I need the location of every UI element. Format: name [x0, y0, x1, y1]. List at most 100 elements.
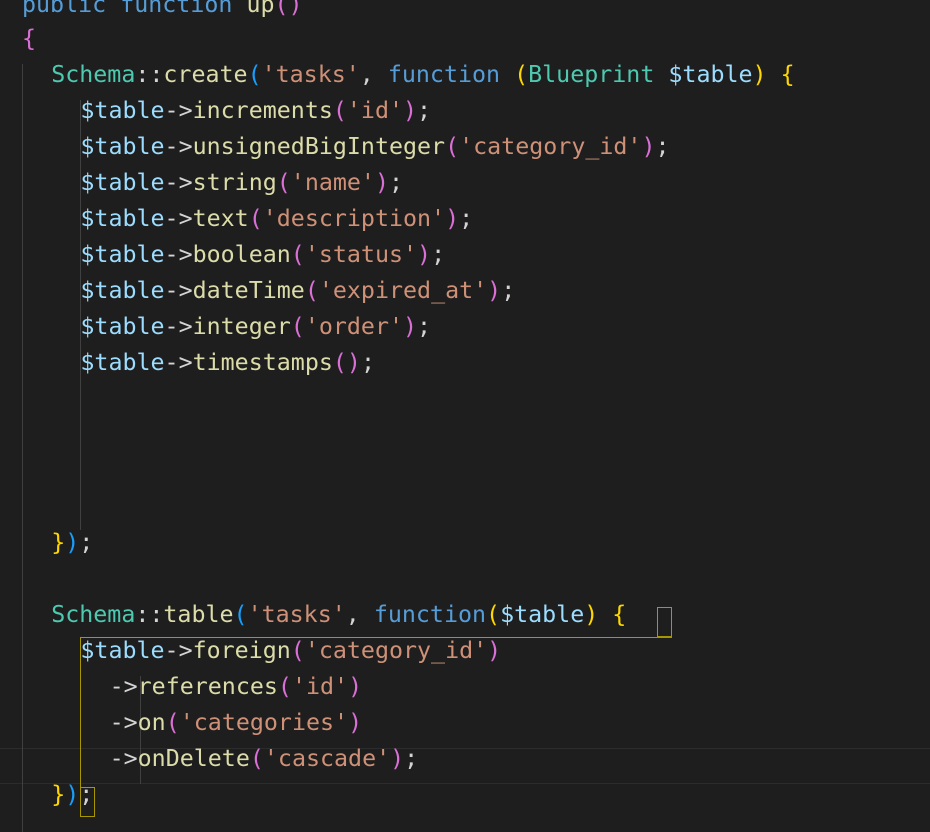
- code-token: dateTime: [192, 277, 305, 304]
- code-token: $table: [80, 205, 165, 232]
- code-line[interactable]: {: [22, 21, 36, 57]
- code-token: ->: [164, 97, 193, 124]
- code-token: (: [304, 277, 319, 304]
- code-token: Schema: [51, 61, 136, 88]
- code-line[interactable]: });: [51, 525, 93, 561]
- code-token: on: [137, 709, 166, 736]
- code-token: text: [192, 205, 249, 232]
- code-token: ->: [164, 241, 193, 268]
- code-token: boolean: [192, 241, 291, 268]
- code-token: {: [780, 61, 795, 88]
- code-line[interactable]: });: [51, 777, 93, 813]
- code-token: function: [120, 0, 233, 18]
- code-line[interactable]: ->on('categories'): [110, 705, 363, 741]
- code-line[interactable]: public function up(): [22, 0, 303, 23]
- code-token: ): [65, 529, 80, 556]
- code-token: $table: [80, 637, 165, 664]
- code-token: ): [374, 169, 389, 196]
- code-token: (: [247, 61, 262, 88]
- code-token: (: [277, 673, 292, 700]
- code-token: 'id': [291, 673, 349, 700]
- code-token: Blueprint: [528, 61, 655, 88]
- code-token: increments: [192, 97, 333, 124]
- code-token: ;: [501, 277, 516, 304]
- code-line[interactable]: $table->foreign('category_id'): [80, 633, 501, 669]
- code-line[interactable]: ->references('id'): [110, 669, 363, 705]
- code-line[interactable]: $table->boolean('status');: [80, 237, 445, 273]
- code-token: (: [276, 169, 291, 196]
- code-token: up: [246, 0, 275, 18]
- code-line[interactable]: Schema::table('tasks', function($table) …: [51, 597, 626, 633]
- code-token: ::: [135, 601, 164, 628]
- code-line[interactable]: $table->text('description');: [80, 201, 473, 237]
- code-token: onDelete: [137, 745, 250, 772]
- code-token: 'id': [346, 97, 404, 124]
- code-token: string: [192, 169, 277, 196]
- code-token: ): [348, 673, 363, 700]
- code-token: (: [248, 205, 263, 232]
- code-token: 'name': [290, 169, 375, 196]
- code-token: 'order': [304, 313, 404, 340]
- code-token: ->: [164, 637, 193, 664]
- code-token: ;: [417, 97, 432, 124]
- code-token: }: [51, 529, 66, 556]
- code-token: ): [445, 205, 460, 232]
- code-token: {: [22, 25, 37, 52]
- code-token: ;: [655, 133, 670, 160]
- code-token: (): [332, 349, 361, 376]
- code-token: 'cascade': [263, 745, 391, 772]
- code-token: ): [403, 313, 418, 340]
- code-token: ): [487, 637, 502, 664]
- code-line[interactable]: $table->string('name');: [80, 165, 403, 201]
- code-token: ): [752, 61, 767, 88]
- code-editor[interactable]: public function up(){Schema::create('tas…: [0, 0, 930, 832]
- code-line[interactable]: $table->integer('order');: [80, 309, 431, 345]
- code-token: integer: [192, 313, 291, 340]
- code-token: 'expired_at': [318, 277, 488, 304]
- code-line[interactable]: ->onDelete('cascade');: [110, 741, 419, 777]
- code-token: ->: [109, 745, 138, 772]
- code-line[interactable]: $table->unsignedBigInteger('category_id'…: [80, 129, 669, 165]
- code-line[interactable]: $table->timestamps();: [80, 345, 375, 381]
- code-token: (: [290, 313, 305, 340]
- code-token: ,: [345, 601, 374, 628]
- code-line[interactable]: $table->dateTime('expired_at');: [80, 273, 515, 309]
- code-token: ): [417, 241, 432, 268]
- code-token: $table: [80, 241, 165, 268]
- code-line[interactable]: Schema::create('tasks', function (Bluepr…: [51, 57, 794, 93]
- code-token: {: [612, 601, 627, 628]
- code-token: $table: [80, 169, 165, 196]
- code-token: 'tasks': [261, 61, 360, 88]
- code-token: ,: [359, 61, 388, 88]
- code-token: ::: [135, 61, 164, 88]
- code-token: 'description': [262, 205, 446, 232]
- code-token: ;: [360, 349, 375, 376]
- bracket-match-highlight: [657, 607, 672, 637]
- code-token: $table: [80, 277, 165, 304]
- code-token: table: [163, 601, 234, 628]
- code-token: ;: [404, 745, 419, 772]
- code-token: ;: [431, 241, 446, 268]
- code-token: (: [290, 241, 305, 268]
- code-token: ;: [459, 205, 474, 232]
- code-line[interactable]: $table->increments('id');: [80, 93, 431, 129]
- code-token: ): [65, 781, 80, 808]
- code-token: references: [137, 673, 278, 700]
- code-token: ;: [79, 529, 94, 556]
- code-token: ->: [109, 673, 138, 700]
- code-token: public: [22, 0, 107, 18]
- indent-guide: [22, 64, 23, 832]
- code-token: (: [165, 709, 180, 736]
- code-token: ->: [164, 169, 193, 196]
- code-token: function: [387, 61, 501, 88]
- code-token: 'tasks': [247, 601, 346, 628]
- code-token: Schema: [51, 601, 136, 628]
- code-token: $table: [80, 133, 165, 160]
- code-token: ): [487, 277, 502, 304]
- code-token: ;: [417, 313, 432, 340]
